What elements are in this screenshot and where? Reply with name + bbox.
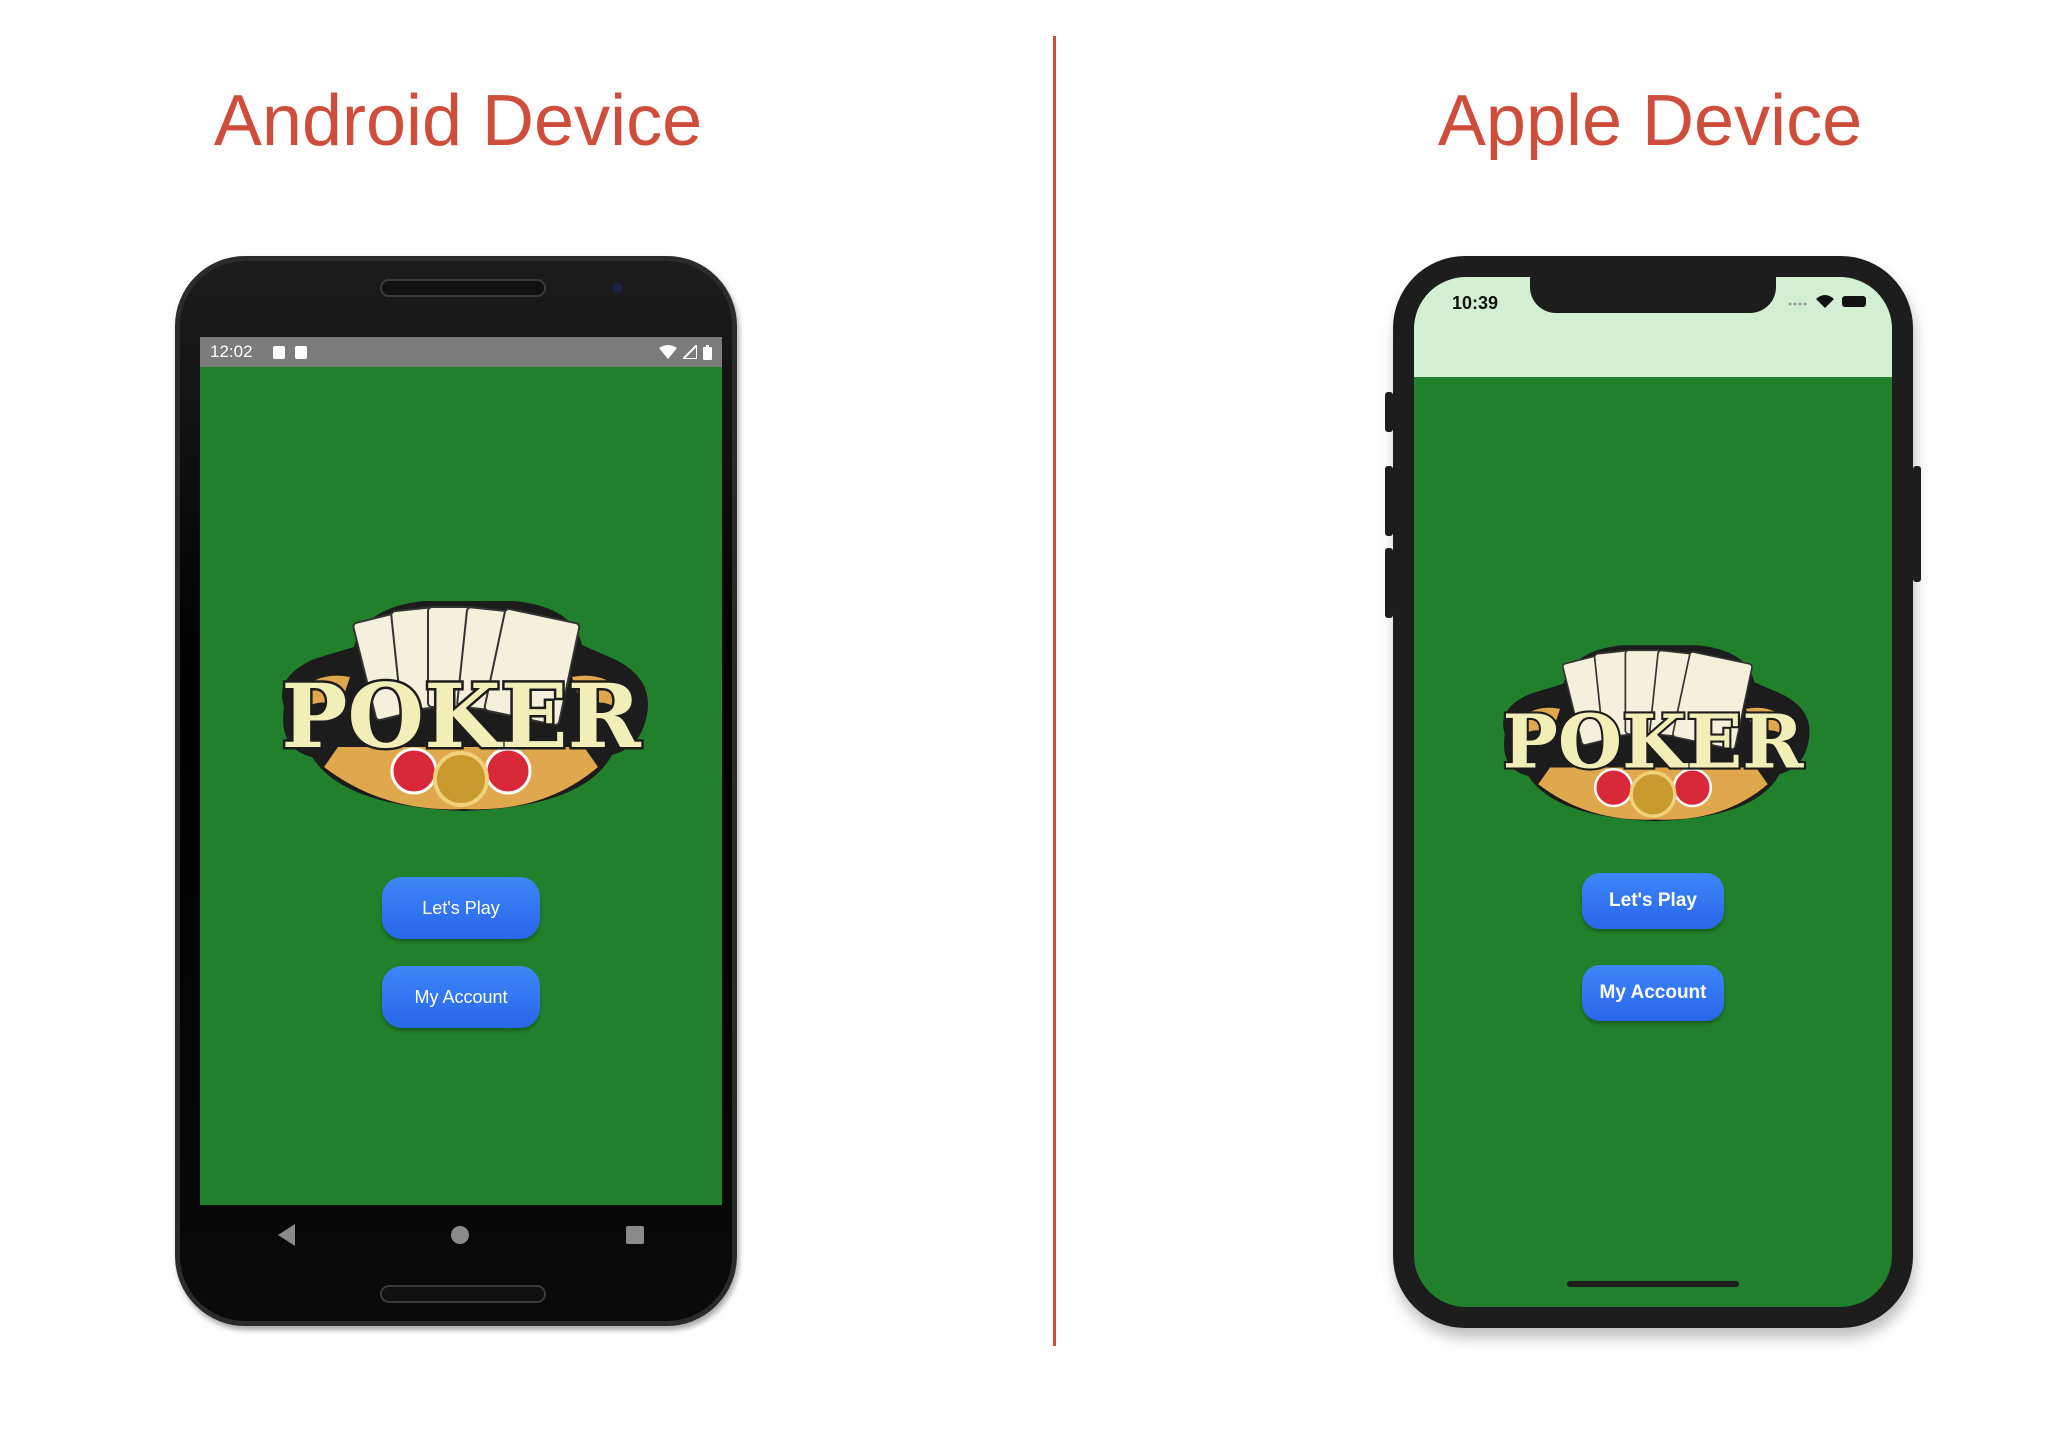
home-icon[interactable]	[451, 1226, 470, 1244]
back-icon[interactable]	[278, 1224, 296, 1246]
divider-line	[1053, 36, 1056, 1346]
volume-down-button	[1385, 548, 1393, 618]
sd-card-icon	[294, 345, 307, 359]
bottom-speaker	[380, 1285, 546, 1303]
android-status-bar: 12:02	[200, 337, 722, 367]
wifi-icon	[659, 345, 677, 359]
signal-icon	[1788, 302, 1807, 305]
android-device-heading: Android Device	[213, 81, 703, 161]
notch	[1530, 277, 1776, 313]
poker-logo-text: POKER	[281, 664, 641, 768]
poker-logo: POKER	[1500, 645, 1810, 822]
android-screen: 12:02 POKER Let's Play My Account	[200, 337, 722, 1205]
android-nav-bar	[200, 1205, 722, 1265]
lets-play-button[interactable]: Let's Play	[382, 877, 540, 939]
android-phone-frame: 12:02 POKER Let's Play My Account	[175, 256, 737, 1326]
my-account-button[interactable]: My Account	[1582, 965, 1724, 1021]
status-time: 12:02	[210, 342, 253, 361]
recent-apps-icon[interactable]	[625, 1226, 644, 1244]
battery-icon	[703, 344, 712, 360]
home-indicator[interactable]	[1567, 1281, 1739, 1287]
poker-logo-text: POKER	[1502, 700, 1804, 786]
power-button	[1913, 466, 1921, 582]
iphone-frame: 10:39 POKER Let's Play My Account	[1385, 256, 1921, 1328]
signal-icon	[683, 345, 697, 359]
status-time: 10:39	[1452, 293, 1499, 313]
notification-icon	[272, 345, 285, 359]
iphone-screen: 10:39 POKER Let's Play My Account	[1414, 277, 1892, 1307]
ios-header: 10:39	[1414, 277, 1892, 377]
top-speaker	[380, 279, 546, 297]
my-account-button[interactable]: My Account	[382, 966, 540, 1028]
wifi-icon	[1816, 295, 1834, 308]
silent-switch	[1385, 392, 1393, 432]
apple-device-heading: Apple Device	[1437, 81, 1863, 161]
battery-icon	[1842, 296, 1866, 307]
poker-logo: POKER	[279, 601, 648, 811]
volume-up-button	[1385, 466, 1393, 536]
front-camera	[612, 283, 622, 293]
lets-play-button[interactable]: Let's Play	[1582, 873, 1724, 929]
